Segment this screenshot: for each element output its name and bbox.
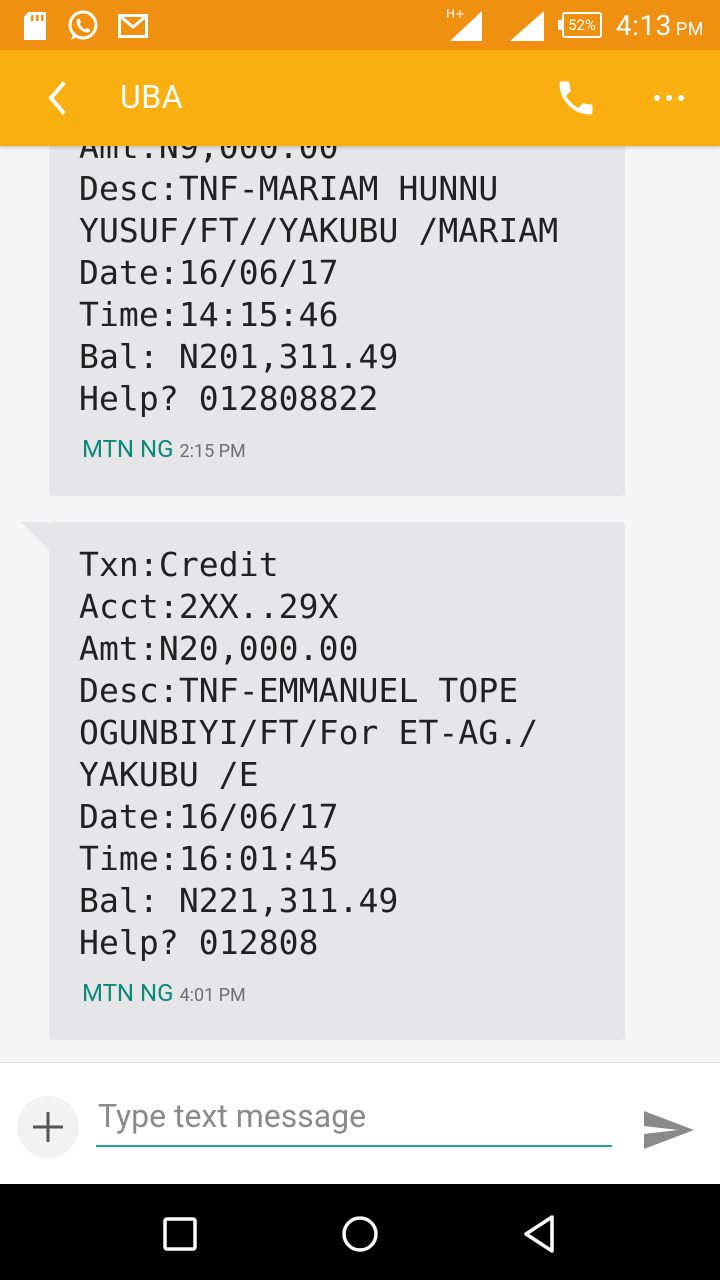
- message-line: Help? 012808822: [79, 379, 379, 418]
- message-line: Date:16/06/17: [79, 797, 339, 836]
- compose-bar: [0, 1062, 720, 1185]
- signal-h-plus-icon: H+: [446, 7, 483, 41]
- message-time: 4:01 PM: [179, 985, 246, 1006]
- conversation-title: UBA: [120, 78, 184, 116]
- message-bubble[interactable]: Amt:N9,000.00 Desc:TNF-MARIAM HUNNU YUSU…: [49, 146, 625, 496]
- app-bar: UBA: [0, 50, 720, 146]
- clock-ampm: PM: [675, 18, 704, 40]
- message-line: Amt:N20,000.00: [79, 629, 359, 668]
- message-line: Txn:Credit: [79, 545, 279, 584]
- message-line: Help? 012808: [79, 923, 319, 962]
- status-right: H+ 52% 4:13 PM: [442, 0, 704, 50]
- plus-icon: [33, 1112, 63, 1142]
- message-meta: MTN NG 4:01 PM: [49, 978, 625, 1008]
- clock: 4:13 PM: [616, 9, 704, 42]
- signal-icon: [510, 11, 545, 41]
- message-input[interactable]: [96, 1087, 612, 1147]
- phone-icon[interactable]: [554, 76, 598, 120]
- more-icon[interactable]: [645, 80, 695, 116]
- recent-apps-icon[interactable]: [158, 1212, 202, 1256]
- message-text: Amt:N9,000.00 Desc:TNF-MARIAM HUNNU YUSU…: [49, 146, 625, 420]
- message-meta: MTN NG 2:15 PM: [49, 434, 625, 464]
- navigation-bar: [0, 1184, 720, 1280]
- home-icon[interactable]: [338, 1212, 382, 1256]
- add-attachment-button[interactable]: [17, 1096, 79, 1158]
- svg-text:H+: H+: [446, 7, 465, 21]
- sender-sim: MTN NG: [82, 435, 174, 463]
- battery-icon: 52%: [558, 12, 602, 38]
- back-icon[interactable]: [518, 1212, 562, 1256]
- message-line: Date:16/06/17: [79, 253, 339, 292]
- message-text: Txn:Credit Acct:2XX..29X Amt:N20,000.00 …: [49, 522, 625, 964]
- battery-level: 52%: [568, 16, 596, 34]
- message-line: Bal: N201,311.49: [79, 337, 399, 376]
- notification-icons: [22, 9, 148, 43]
- message-line: OGUNBIYI/FT/For ET-AG./: [79, 713, 539, 752]
- sd-card-icon: [24, 12, 46, 40]
- clock-time: 4:13: [615, 8, 672, 42]
- message-line: Bal: N221,311.49: [79, 881, 399, 920]
- status-bar: H+ 52% 4:13 PM: [0, 0, 720, 50]
- message-line: YUSUF/FT//YAKUBU /MARIAM: [79, 211, 559, 250]
- message-line: Desc:TNF-EMMANUEL TOPE: [79, 671, 519, 710]
- message-line: Time:14:15:46: [79, 295, 339, 334]
- message-line: YAKUBU /E: [79, 755, 259, 794]
- gmail-icon: [118, 14, 148, 38]
- message-line: Amt:N9,000.00: [79, 146, 339, 166]
- message-line: Acct:2XX..29X: [79, 587, 339, 626]
- message-line: Desc:TNF-MARIAM HUNNU: [79, 169, 499, 208]
- message-line: Time:16:01:45: [79, 839, 339, 878]
- message-time: 2:15 PM: [179, 441, 246, 462]
- chevron-left-icon[interactable]: [38, 78, 78, 118]
- sender-sim: MTN NG: [82, 979, 174, 1007]
- bubble-tail: [21, 522, 49, 550]
- message-bubble[interactable]: Txn:Credit Acct:2XX..29X Amt:N20,000.00 …: [21, 522, 625, 1040]
- message-list[interactable]: Amt:N9,000.00 Desc:TNF-MARIAM HUNNU YUSU…: [0, 146, 720, 1062]
- send-icon[interactable]: [640, 1105, 696, 1155]
- whatsapp-icon: [68, 10, 98, 40]
